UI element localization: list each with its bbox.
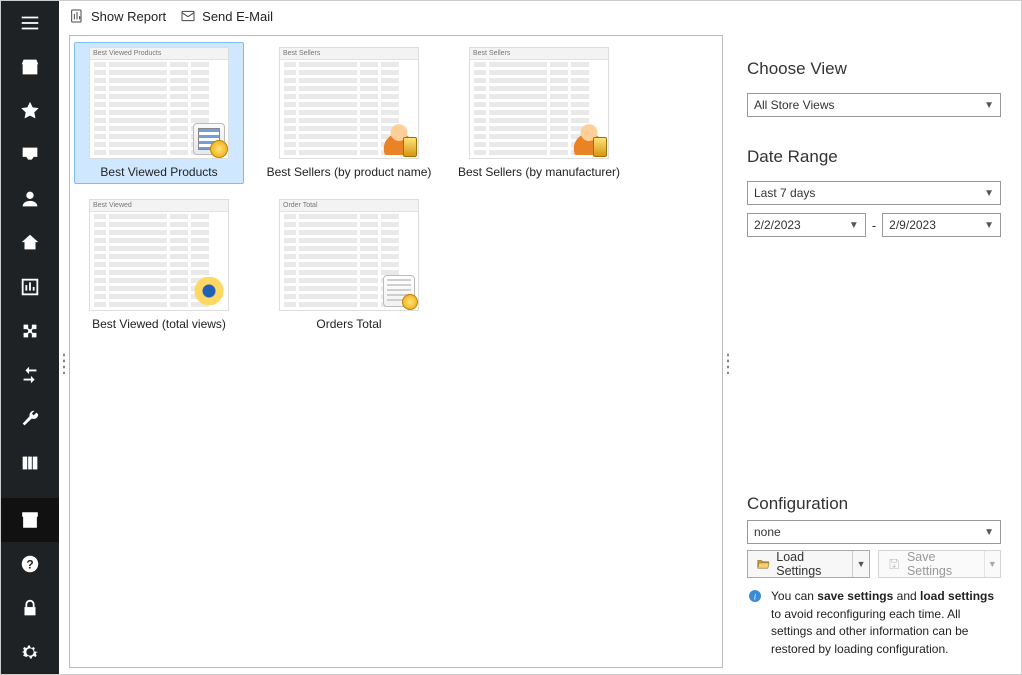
report-thumbnail: Order Total <box>279 199 419 311</box>
report-tile-label: Best Viewed Products <box>100 165 217 179</box>
show-report-label: Show Report <box>91 9 166 24</box>
transfer-icon[interactable] <box>1 353 59 397</box>
date-from-input[interactable]: 2/2/2023 ▼ <box>747 213 866 237</box>
person-icon <box>383 123 415 155</box>
configuration-info: i You can save settings and load setting… <box>747 588 1001 658</box>
load-settings-dropdown[interactable]: ▼ <box>852 551 868 577</box>
report-thumbnail: Best Viewed <box>89 199 229 311</box>
configuration-title: Configuration <box>747 494 1001 514</box>
save-settings-button: Save Settings ▼ <box>878 550 1001 578</box>
folder-open-icon <box>756 556 770 572</box>
configuration-value: none <box>754 525 781 539</box>
report-tile[interactable]: Order Total Orders Total <box>264 194 434 336</box>
chevron-down-icon: ▼ <box>984 220 994 231</box>
person-icon <box>573 123 605 155</box>
chevron-down-icon: ▼ <box>984 527 994 538</box>
date-to-value: 2/9/2023 <box>889 218 936 232</box>
send-email-label: Send E-Mail <box>202 9 273 24</box>
choose-view-title: Choose View <box>747 59 1001 79</box>
store-view-select[interactable]: All Store Views ▼ <box>747 93 1001 117</box>
inbox-icon[interactable] <box>1 133 59 177</box>
report-tile-label: Orders Total <box>316 317 381 331</box>
report-tile[interactable]: Best Viewed Products Best Viewed Products <box>74 42 244 184</box>
save-settings-label: Save Settings <box>907 550 976 578</box>
home-icon[interactable] <box>1 221 59 265</box>
report-tile[interactable]: Best Sellers Best Sellers (by manufacture… <box>454 42 624 184</box>
chevron-down-icon: ▼ <box>984 100 994 111</box>
report-icon <box>69 8 85 24</box>
store-icon[interactable] <box>1 45 59 89</box>
sidebar: ? <box>1 1 59 674</box>
report-tile[interactable]: Best Sellers Best Sellers (by product nam… <box>264 42 434 184</box>
star-icon[interactable] <box>1 89 59 133</box>
report-tile-label: Best Viewed (total views) <box>92 317 226 331</box>
splitter-left[interactable] <box>62 352 66 374</box>
load-settings-button[interactable]: Load Settings ▼ <box>747 550 870 578</box>
puzzle-icon[interactable] <box>1 309 59 353</box>
splitter-right[interactable] <box>726 352 730 374</box>
gear-icon[interactable] <box>1 630 59 674</box>
save-settings-dropdown: ▼ <box>984 551 1000 577</box>
configuration-select[interactable]: none ▼ <box>747 520 1001 544</box>
archive-icon[interactable] <box>1 498 59 542</box>
store-view-value: All Store Views <box>754 98 834 112</box>
date-range-preset[interactable]: Last 7 days ▼ <box>747 181 1001 205</box>
date-separator: - <box>872 218 876 233</box>
help-icon[interactable]: ? <box>1 542 59 586</box>
right-panel: Choose View All Store Views ▼ Date Range… <box>739 35 1011 668</box>
report-thumbnail: Best Sellers <box>469 47 609 159</box>
save-icon <box>887 556 901 572</box>
show-report-button[interactable]: Show Report <box>69 8 166 24</box>
columns-icon[interactable] <box>1 441 59 485</box>
date-range-title: Date Range <box>747 147 1001 167</box>
wrench-icon[interactable] <box>1 397 59 441</box>
menu-icon[interactable] <box>1 1 59 45</box>
eye-icon <box>193 275 225 307</box>
lock-icon[interactable] <box>1 586 59 630</box>
date-to-input[interactable]: 2/9/2023 ▼ <box>882 213 1001 237</box>
svg-text:?: ? <box>26 558 33 572</box>
chart-icon[interactable] <box>1 265 59 309</box>
report-thumbnail: Best Sellers <box>279 47 419 159</box>
report-tile-label: Best Sellers (by manufacturer) <box>458 165 620 179</box>
report-tile[interactable]: Best Viewed Best Viewed (total views) <box>74 194 244 336</box>
report-tile-label: Best Sellers (by product name) <box>267 165 432 179</box>
send-email-button[interactable]: Send E-Mail <box>180 8 273 24</box>
report-thumbnail: Best Viewed Products <box>89 47 229 159</box>
user-icon[interactable] <box>1 177 59 221</box>
date-range-preset-value: Last 7 days <box>754 186 815 200</box>
load-settings-label: Load Settings <box>776 550 844 578</box>
table-icon <box>193 123 225 155</box>
info-icon: i <box>747 588 763 604</box>
chevron-down-icon: ▼ <box>984 188 994 199</box>
doc-icon <box>383 275 415 307</box>
chevron-down-icon: ▼ <box>849 220 859 231</box>
email-icon <box>180 8 196 24</box>
toolbar: Show Report Send E-Mail <box>59 1 1021 31</box>
date-from-value: 2/2/2023 <box>754 218 801 232</box>
report-gallery: Best Viewed ProductsBest Viewed Products… <box>69 35 723 668</box>
